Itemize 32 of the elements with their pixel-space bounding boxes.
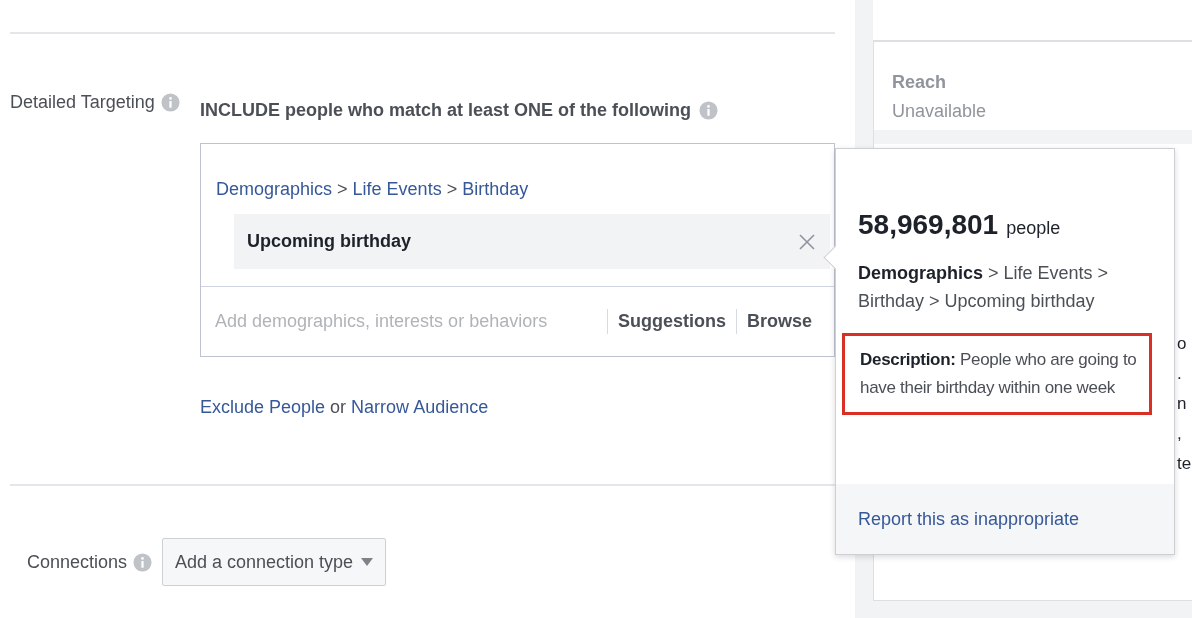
breadcrumb-link[interactable]: Demographics	[216, 179, 333, 200]
info-icon[interactable]	[699, 101, 719, 120]
text-fragment: te	[1177, 454, 1192, 474]
audience-count: 58,969,801	[858, 209, 999, 241]
breadcrumb-separator: >	[446, 179, 458, 200]
text-fragment: .	[1177, 364, 1183, 384]
link-separator: or	[330, 397, 347, 418]
reach-label: Reach	[892, 72, 948, 93]
caret-icon	[361, 558, 374, 566]
link[interactable]: Exclude People	[200, 397, 326, 418]
info-icon[interactable]	[160, 93, 180, 112]
section-label: Detailed Targeting	[10, 92, 155, 113]
info-icon[interactable]	[133, 552, 152, 572]
text-fragment: ,	[1177, 424, 1183, 444]
text-fragment: n	[1177, 394, 1188, 414]
tab-button[interactable]: Suggestions	[606, 309, 736, 334]
link[interactable]: Narrow Audience	[351, 397, 489, 418]
description-text: Description: People who are going to have their birthday within one week	[842, 333, 1152, 415]
include-text: INCLUDE people who match at least ONE of the following	[200, 100, 692, 121]
breadcrumb-link[interactable]: Birthday	[462, 179, 529, 200]
reach-value: Unavailable	[892, 101, 988, 122]
connection-dropdown[interactable]: Add a connection type	[162, 538, 387, 586]
breadcrumb-separator: >	[337, 179, 348, 200]
count-unit: people	[1006, 218, 1061, 239]
search-field[interactable]: Add demographics, interests or behaviors	[213, 310, 607, 333]
selected-targeting-chip[interactable]: Upcoming birthday	[234, 214, 830, 269]
tab-button[interactable]: Browse	[735, 309, 822, 334]
breadcrumb-link[interactable]: Life Events	[352, 179, 442, 200]
text-fragment: o	[1177, 334, 1188, 354]
close-icon[interactable]	[799, 233, 815, 250]
targeting-path: Demographics > Life Events > Birthday > Upcoming birthday	[858, 262, 1110, 313]
section-label: Connections	[26, 551, 127, 573]
